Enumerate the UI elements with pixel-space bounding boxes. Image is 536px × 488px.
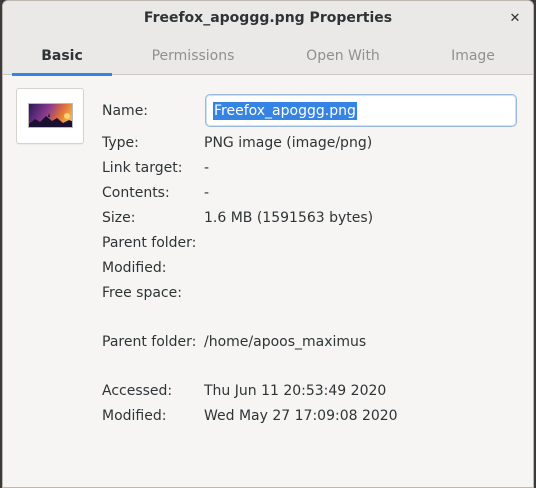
tab-basic[interactable]: Basic — [12, 38, 112, 76]
tab-permissions[interactable]: Permissions — [133, 38, 253, 75]
contents-label: Contents: — [102, 185, 170, 201]
modified-date-value: Wed May 27 17:09:08 2020 — [204, 408, 398, 424]
contents-value: - — [204, 185, 210, 201]
modified-date-label: Modified: — [102, 408, 167, 424]
modified-label: Modified: — [102, 260, 167, 276]
name-input[interactable]: Freefox_apoggg.png — [205, 94, 517, 127]
parent-folder-path-value: /home/apoos_maximus — [204, 334, 367, 350]
image-thumbnail-icon — [28, 103, 73, 128]
accessed-value: Thu Jun 11 20:53:49 2020 — [204, 383, 387, 399]
size-value: 1.6 MB (1591563 bytes) — [204, 210, 374, 226]
type-value: PNG image (image/png) — [204, 135, 373, 151]
close-icon: ✕ — [509, 11, 521, 26]
window-title: Freefox_apoggg.png Properties — [143, 10, 393, 26]
name-input-selected-text: Freefox_apoggg.png — [213, 102, 357, 120]
name-label: Name: — [102, 103, 149, 119]
file-icon-button[interactable] — [16, 88, 84, 144]
parent-folder-path-label: Parent folder: — [102, 334, 197, 350]
titlebar[interactable]: Freefox_apoggg.png Properties ✕ — [3, 1, 533, 38]
tab-open-with[interactable]: Open With — [288, 38, 398, 75]
link-target-label: Link target: — [102, 160, 183, 176]
close-button[interactable]: ✕ — [505, 9, 525, 29]
properties-dialog: Freefox_apoggg.png Properties ✕ Basic Pe… — [2, 0, 534, 488]
tab-image[interactable]: Image — [433, 38, 513, 75]
parent-folder-label: Parent folder: — [102, 235, 197, 251]
tab-bar: Basic Permissions Open With Image — [3, 38, 533, 76]
basic-tab-content: Name: Freefox_apoggg.png Type: PNG image… — [3, 76, 533, 487]
link-target-value: - — [204, 160, 210, 176]
type-label: Type: — [102, 135, 139, 151]
size-label: Size: — [102, 210, 136, 226]
free-space-label: Free space: — [102, 285, 182, 301]
accessed-label: Accessed: — [102, 383, 173, 399]
